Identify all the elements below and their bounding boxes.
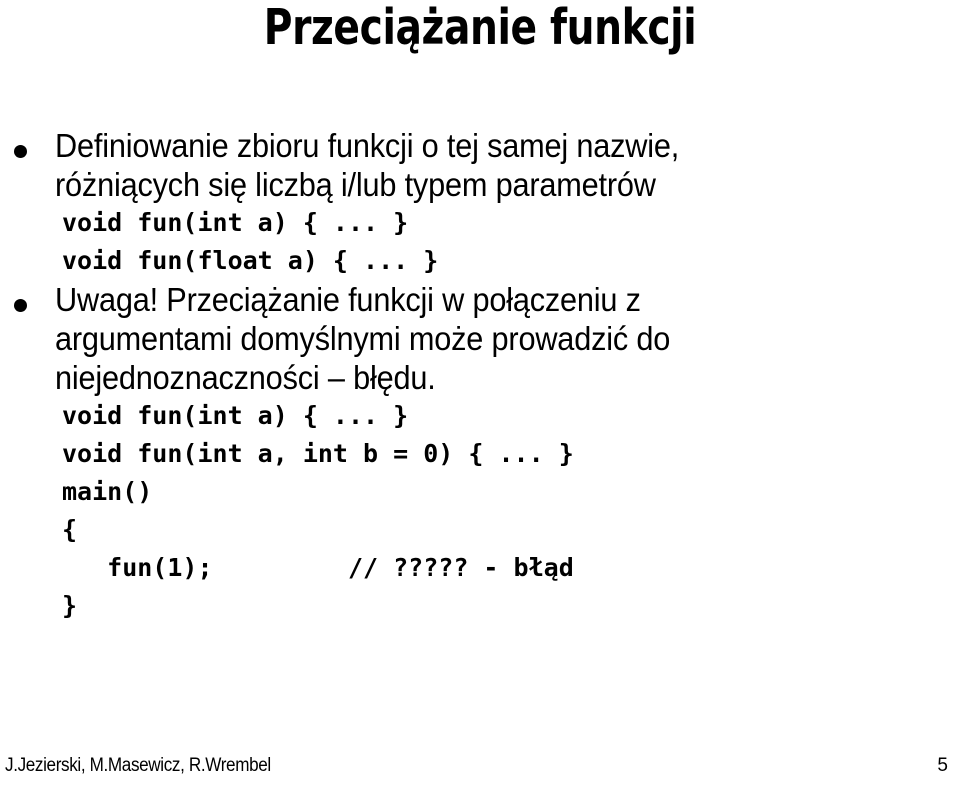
code-line: void fun(int a, int b = 0) { ... } — [62, 439, 574, 468]
bullet-dot-icon — [14, 299, 27, 312]
code-block-2: void fun(int a) { ... } void fun(int a, … — [0, 397, 960, 625]
footer-authors: J.Jezierski, M.Masewicz, R.Wrembel — [5, 755, 271, 776]
code-line: void fun(float a) { ... } — [62, 246, 439, 275]
code-line: main() — [62, 477, 153, 506]
code-line: void fun(int a) { ... } — [62, 401, 409, 430]
bullet-item-1-text: Definiowanie zbioru funkcji o tej samej … — [55, 127, 680, 203]
code-line: fun(1); // ????? - błąd — [62, 553, 574, 582]
slide-body: Definiowanie zbioru funkcji o tej samej … — [0, 126, 960, 625]
page-title: Przeciążanie funkcji — [263, 0, 697, 56]
slide: Przeciążanie funkcji Definiowanie zbioru… — [0, 0, 960, 785]
bullet-item-2: Uwaga! Przeciążanie funkcji w połączeniu… — [0, 280, 960, 397]
bullet-item-2-text: Uwaga! Przeciążanie funkcji w połączeniu… — [55, 281, 671, 396]
bullet-dot-icon — [14, 145, 27, 158]
code-line: void fun(int a) { ... } — [62, 208, 409, 237]
bullet-item-1: Definiowanie zbioru funkcji o tej samej … — [0, 126, 960, 204]
page-number: 5 — [937, 755, 948, 776]
code-line: } — [62, 591, 78, 620]
slide-footer: J.Jezierski, M.Masewicz, R.Wrembel 5 — [0, 755, 960, 777]
code-block-1: void fun(int a) { ... } void fun(float a… — [0, 204, 960, 280]
code-line: { — [62, 515, 78, 544]
